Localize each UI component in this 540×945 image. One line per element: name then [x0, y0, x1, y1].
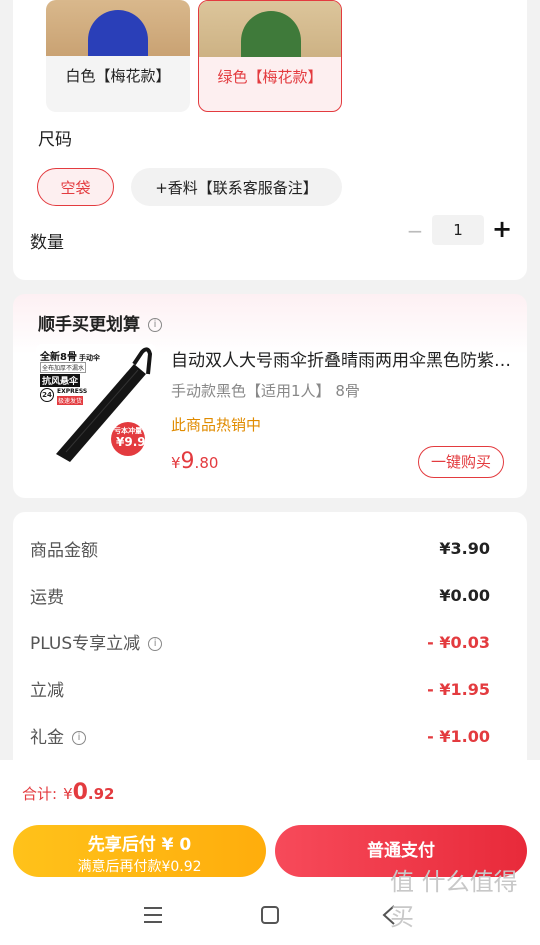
summary-label-text: 运费: [30, 588, 64, 608]
price-symbol: ¥: [171, 454, 181, 472]
image-sticker-price: ¥9.9: [116, 435, 146, 449]
quantity-label: 数量: [30, 233, 64, 253]
price-decimal: .80: [194, 454, 219, 472]
info-icon[interactable]: i: [148, 318, 162, 332]
summary-label-text: 立减: [30, 681, 64, 701]
info-icon[interactable]: i: [148, 637, 163, 651]
summary-row-label-gift: 礼金 i: [30, 723, 86, 748]
quantity-minus-button[interactable]: −: [403, 220, 427, 244]
quantity-plus-button[interactable]: +: [489, 217, 515, 243]
size-option-spice[interactable]: +香料【联系客服备注】: [131, 168, 342, 206]
pay-later-title: 先享后付 ¥ 0: [87, 835, 192, 855]
variant-label: 绿色【梅花款】: [217, 68, 323, 86]
summary-value-discount: - ¥1.95: [427, 680, 490, 699]
variant-option-white[interactable]: 白色【梅花款】: [46, 0, 190, 112]
watermark-logo: 值 什么值得买: [390, 868, 518, 931]
total-integer: 0: [72, 780, 88, 805]
variant-label: 白色【梅花款】: [65, 67, 171, 85]
pay-later-subtitle: 满意后再付款¥0.92: [77, 859, 202, 875]
summary-row-label-discount: 立减: [30, 676, 64, 701]
image-badge-24: 24: [40, 388, 54, 402]
one-click-buy-button[interactable]: 一键购买: [418, 446, 504, 478]
info-icon[interactable]: i: [72, 731, 86, 745]
size-option-empty-bag[interactable]: 空袋: [37, 168, 114, 206]
summary-label-text: 礼金: [30, 728, 64, 748]
price-integer: 9: [180, 449, 195, 474]
recommend-hot-tag: 此商品热销中: [171, 416, 262, 434]
summary-row-label-plus: PLUS专享立减 i: [30, 629, 163, 654]
summary-value-goods: ¥3.90: [439, 539, 490, 558]
summary-row-label-shipping: 运费: [30, 583, 64, 608]
price-summary-card: 商品金额 ¥3.90 运费 ¥0.00 PLUS专享立减 i - ¥0.03 立减…: [13, 512, 527, 772]
summary-row-label-goods: 商品金额: [30, 536, 98, 561]
total-label: 合计:: [22, 785, 58, 803]
total-amount: 合计: ¥0.92: [22, 780, 115, 805]
summary-value-plus: - ¥0.03: [427, 633, 490, 652]
recommend-card: 顺手买更划算 i 全新8骨 手动伞 全布加厚不漏水 抗风悬伞 24 EXPRESS …: [13, 294, 527, 498]
summary-label-text: 商品金额: [30, 541, 98, 561]
image-text-line3: 抗风悬伞: [40, 374, 81, 387]
variant-image-green: [199, 1, 341, 57]
pay-later-button[interactable]: 先享后付 ¥ 0 满意后再付款¥0.92: [13, 825, 266, 877]
total-symbol: ¥: [63, 785, 73, 803]
recommend-product-name[interactable]: 自动双人大号雨伞折叠晴雨两用伞黑色防紫外线: [171, 346, 511, 371]
summary-value-shipping: ¥0.00: [439, 586, 490, 605]
image-text-line1-small: 手动伞: [78, 354, 100, 362]
spec-card: 白色【梅花款】 绿色【梅花款】 尺码 空袋 +香料【联系客服备注】 数量 − 1…: [13, 0, 527, 280]
menu-icon[interactable]: [133, 900, 173, 930]
image-express-sub: 极速发货: [57, 396, 84, 405]
variant-image-white: [46, 0, 190, 56]
summary-value-gift: - ¥1.00: [427, 727, 490, 746]
recommend-product-spec: 手动款黑色【适用1人】 8骨: [171, 382, 360, 400]
recommend-price: ¥9.80: [171, 449, 218, 474]
image-express: EXPRESS: [57, 388, 88, 395]
size-section-label: 尺码: [38, 130, 72, 150]
summary-label-text: PLUS专享立减: [30, 634, 141, 654]
quantity-input[interactable]: 1: [432, 215, 484, 245]
home-icon[interactable]: [250, 900, 290, 930]
recommend-product-image[interactable]: 全新8骨 手动伞 全布加厚不漏水 抗风悬伞 24 EXPRESS 极速发货 亏本冲…: [36, 344, 156, 464]
image-text-line2: 全布加厚不漏水: [40, 362, 87, 373]
recommend-title-text: 顺手买更划算: [38, 315, 140, 335]
recommend-title: 顺手买更划算 i: [38, 310, 162, 335]
total-decimal: .92: [87, 785, 115, 803]
variant-option-green[interactable]: 绿色【梅花款】: [198, 0, 342, 112]
